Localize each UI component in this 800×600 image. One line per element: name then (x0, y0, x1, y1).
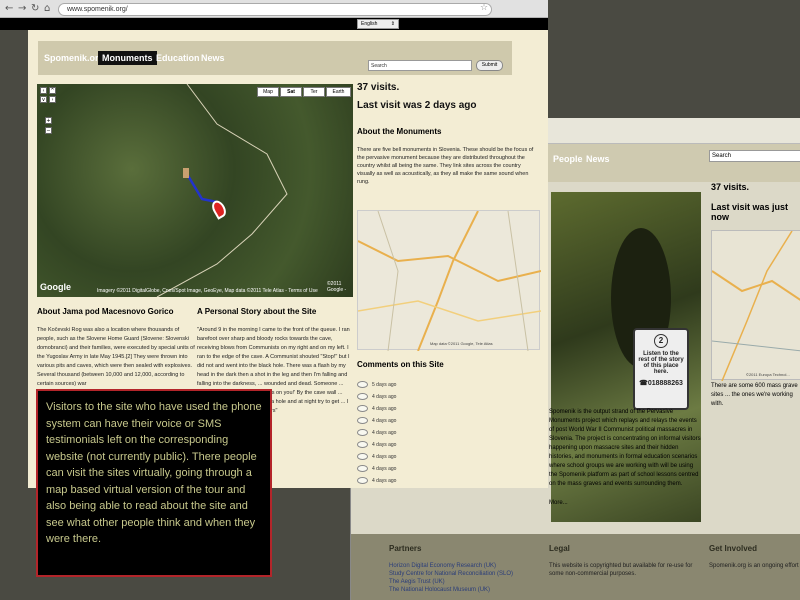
speech-bubble-icon (357, 477, 368, 484)
speech-bubble-icon (357, 381, 368, 388)
map-roads (156, 84, 288, 297)
nav-news[interactable]: News (586, 154, 610, 164)
get-involved-title: Get Involved (709, 544, 758, 553)
map-type-ter[interactable]: Ter (303, 87, 325, 97)
phone-icon: ☎ (639, 380, 648, 387)
nav-monuments[interactable]: Monuments (98, 51, 157, 65)
partners-title: Partners (389, 544, 422, 553)
graves-text: There are some 600 mass grave sites ... … (711, 383, 798, 407)
comment-item[interactable]: 4 days ago (357, 477, 477, 486)
star-icon[interactable]: ☆ (480, 3, 488, 13)
nav-education[interactable]: Education (152, 51, 204, 65)
pan-left-icon[interactable]: ‹ (40, 87, 47, 94)
speech-bubble-icon (357, 441, 368, 448)
caption-text: Visitors to the site who have used the p… (46, 401, 262, 545)
about-site-text: The Kočevski Rog was also a location whe… (37, 327, 195, 387)
sign-number: 2 (654, 334, 668, 348)
partner-link[interactable]: Horizon Digital Economy Research (UK) (389, 562, 496, 570)
last-visit: Last visit was 2 days ago (357, 100, 477, 111)
comment-item[interactable]: 4 days ago (357, 417, 477, 426)
comment-item[interactable]: 4 days ago (357, 405, 477, 414)
background-visits: 37 visits. (711, 182, 750, 192)
background-minimap[interactable]: ©2011 Europa Technol... (711, 230, 800, 382)
about-site-title: About Jama pod Macesnovo Gorico (37, 307, 174, 316)
map-type-sat[interactable]: Sat (280, 87, 302, 97)
comments-title: Comments on this Site (357, 360, 444, 369)
legal-text: This website is copyrighted but availabl… (549, 563, 693, 577)
nav-people[interactable]: People (553, 154, 583, 164)
footer: Partners Horizon Digital Economy Researc… (351, 534, 800, 600)
submit-button[interactable]: Submit (476, 60, 503, 71)
comment-item[interactable]: 5 days ago (357, 381, 477, 390)
satellite-map[interactable]: ‹ ^ v › + − Map Sat Ter Earth Google ©20… (37, 84, 353, 297)
browser-toolbar: ← → ↻ ⌂ www.spomenik.org/ ☆ (0, 0, 548, 18)
google-logo: Google (40, 282, 71, 292)
background-minimap-credit: ©2011 Europa Technol... (746, 372, 790, 377)
nav-news[interactable]: News (197, 51, 229, 65)
map-type-map[interactable]: Map (257, 87, 279, 97)
about-monuments-title: About the Monuments (357, 127, 442, 136)
about-monuments-text: There are five bell monuments in Sloveni… (357, 147, 534, 185)
chevron-down-icon: ⇕ (390, 21, 395, 27)
pan-down-icon[interactable]: v (40, 96, 47, 103)
speech-bubble-icon (357, 393, 368, 400)
project-description: Spomenik is the output strand of the Per… (549, 409, 701, 487)
zoom-in-icon[interactable]: + (45, 117, 52, 124)
map-copyright: ©2011 Google - (327, 281, 347, 293)
sign-text: Listen to the rest of the story of this … (638, 351, 684, 375)
imagery-credit: Imagery ©2011 DigitalGlobe, Cnes/Spot Im… (97, 288, 318, 294)
more-link[interactable]: More... (549, 500, 568, 506)
partner-link[interactable]: The National Holocaust Museum (UK) (389, 586, 490, 594)
speech-bubble-icon (357, 453, 368, 460)
search-input[interactable]: Search (368, 60, 472, 71)
phone-sign: 2 Listen to the rest of the story of thi… (633, 328, 689, 410)
comment-item[interactable]: 4 days ago (357, 441, 477, 450)
minimap-roads (357, 210, 542, 352)
language-select[interactable]: English ⇕ (357, 19, 399, 29)
reload-icon[interactable]: ↻ (31, 3, 39, 14)
zoom-out-icon[interactable]: − (45, 127, 52, 134)
comment-item[interactable]: 4 days ago (357, 429, 477, 438)
sign-phone: ☎018888263 (637, 379, 685, 387)
partner-link[interactable]: Study Centre for National Reconciliation… (389, 570, 513, 578)
background-minimap-roads (711, 230, 800, 382)
get-involved-text: Spomenik.org is an ongoing effort ... Ge… (709, 563, 800, 569)
comment-item[interactable]: 4 days ago (357, 453, 477, 462)
pan-up-icon[interactable]: ^ (49, 87, 56, 94)
caption-box: Visitors to the site who have used the p… (36, 389, 272, 577)
arrow-right-icon[interactable]: → (18, 3, 26, 14)
personal-story-title: A Personal Story about the Site (197, 307, 317, 316)
visit-count: 37 visits. (357, 82, 400, 93)
legal-title: Legal (549, 544, 570, 553)
minimap-credit: Map data ©2011 Google, Tele Atlas (430, 341, 493, 346)
partner-link[interactable]: The Aegis Trust (UK) (389, 578, 445, 586)
speech-bubble-icon (357, 405, 368, 412)
speech-bubble-icon (357, 429, 368, 436)
arrow-left-icon[interactable]: ← (5, 3, 13, 14)
pan-right-icon[interactable]: › (49, 96, 56, 103)
background-last-visit: Last visit was just now (711, 202, 789, 222)
home-icon[interactable]: ⌂ (44, 3, 50, 14)
comment-item[interactable]: 4 days ago (357, 465, 477, 474)
speech-bubble-icon (357, 417, 368, 424)
map-type-earth[interactable]: Earth (326, 87, 351, 97)
comment-item[interactable]: 4 days ago (357, 393, 477, 402)
slovenia-minimap[interactable]: Map data ©2011 Google, Tele Atlas (357, 210, 542, 352)
background-search-input[interactable]: Search (709, 150, 800, 162)
sign-phone-number: 018888263 (647, 380, 683, 387)
speech-bubble-icon (357, 465, 368, 472)
address-bar[interactable]: www.spomenik.org/ (58, 3, 492, 16)
site-nav: Spomenik.org Monuments Education News Se… (38, 41, 512, 75)
language-value: English (361, 21, 378, 27)
language-bar (0, 18, 548, 30)
